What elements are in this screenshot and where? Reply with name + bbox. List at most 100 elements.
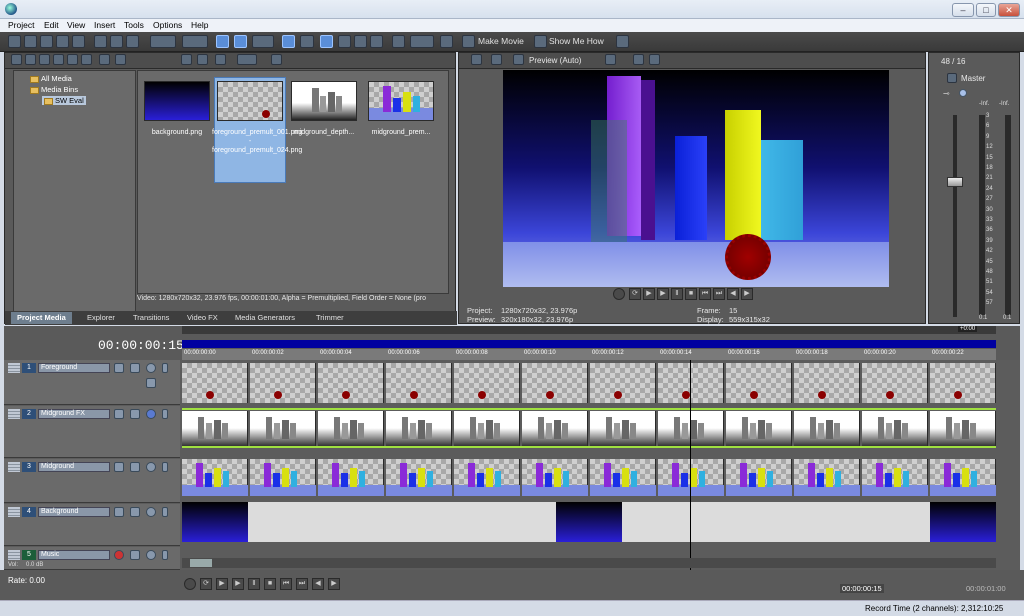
- selection-length-timecode[interactable]: 00:00:01:00: [966, 584, 1006, 593]
- play-icon[interactable]: ▶: [657, 288, 669, 300]
- events-icon[interactable]: [440, 35, 453, 48]
- prev-frame-icon[interactable]: ◀: [312, 578, 324, 590]
- tab-project-media[interactable]: Project Media: [11, 312, 72, 324]
- menu-project[interactable]: Project: [8, 20, 34, 30]
- lock-icon[interactable]: [354, 35, 367, 48]
- tree-all-media[interactable]: All Media: [30, 74, 72, 83]
- master-fader[interactable]: [947, 177, 963, 187]
- capture-icon[interactable]: [25, 54, 36, 65]
- trim-icon[interactable]: [392, 35, 405, 48]
- track-fx-icon[interactable]: [130, 363, 140, 373]
- track-fx-icon[interactable]: [130, 409, 140, 419]
- save-icon[interactable]: [40, 35, 53, 48]
- delete-icon[interactable]: [99, 54, 110, 65]
- lane-midground-fx[interactable]: [182, 408, 996, 448]
- whats-this-icon[interactable]: [616, 35, 629, 48]
- properties-icon[interactable]: [72, 35, 85, 48]
- solo-icon[interactable]: [162, 507, 168, 517]
- lane-midground[interactable]: [182, 458, 996, 496]
- mute-icon[interactable]: [146, 409, 156, 419]
- close-button[interactable]: ✕: [998, 3, 1020, 17]
- marker-bar[interactable]: +0:00: [182, 326, 996, 334]
- mute-icon[interactable]: [146, 462, 156, 472]
- compositing-mode-icon[interactable]: [114, 462, 124, 472]
- track-header-music[interactable]: 5 Music Vol: 0.0 dB: [4, 547, 180, 570]
- pause-icon[interactable]: Ⅱ: [248, 578, 260, 590]
- lane-foreground[interactable]: [182, 362, 996, 404]
- go-to-end-icon[interactable]: ⏭: [296, 578, 308, 590]
- playhead-cursor[interactable]: [690, 360, 691, 570]
- go-to-end-icon[interactable]: ⏭: [713, 288, 725, 300]
- thumbnail-foreground[interactable]: [217, 81, 283, 121]
- mute-icon[interactable]: [146, 363, 156, 373]
- make-movie-icon[interactable]: [462, 35, 475, 48]
- track-name[interactable]: Foreground: [38, 363, 110, 373]
- stop-icon[interactable]: ■: [685, 288, 697, 300]
- tab-explorer[interactable]: Explorer: [81, 312, 121, 324]
- master-fx-icon[interactable]: ⊸: [943, 89, 950, 98]
- overlays-icon[interactable]: [605, 54, 616, 65]
- preview-properties-icon[interactable]: [471, 54, 482, 65]
- track-header-midground[interactable]: 3 Midground: [4, 459, 180, 503]
- save-as-icon[interactable]: [56, 35, 69, 48]
- drag-handle-icon[interactable]: [8, 363, 20, 373]
- loop-icon[interactable]: ⟳: [629, 288, 641, 300]
- time-ruler[interactable]: 00:00:00:00 00:00:00:02 00:00:00:04 00:00:0…: [182, 349, 996, 360]
- normal-edit-tool-icon[interactable]: [216, 35, 229, 48]
- track-fx-icon[interactable]: [130, 550, 140, 560]
- menu-help[interactable]: Help: [191, 20, 208, 30]
- menu-tools[interactable]: Tools: [124, 20, 144, 30]
- cut-icon[interactable]: [94, 35, 107, 48]
- tab-video-fx[interactable]: Video FX: [181, 312, 224, 324]
- compositing-mode-icon[interactable]: [114, 409, 124, 419]
- make-movie-button[interactable]: Make Movie: [478, 36, 524, 46]
- thumbnail-midground-depth[interactable]: [291, 81, 357, 121]
- maximize-button[interactable]: □: [976, 3, 996, 17]
- auto-crossfade-icon[interactable]: [338, 35, 351, 48]
- ignore-grouping-icon[interactable]: [410, 35, 434, 48]
- compositing-mode-icon[interactable]: [114, 507, 124, 517]
- import-media-icon[interactable]: [11, 54, 22, 65]
- split-screen-icon[interactable]: [513, 54, 524, 65]
- track-header-foreground[interactable]: 1 Foreground: [4, 360, 180, 405]
- track-name[interactable]: Background: [38, 507, 110, 517]
- play-icon[interactable]: ▶: [232, 578, 244, 590]
- copy-icon[interactable]: [110, 35, 123, 48]
- tree-sw-eval[interactable]: SW Eval: [42, 96, 86, 105]
- new-project-icon[interactable]: [8, 35, 21, 48]
- drag-handle-icon[interactable]: [8, 409, 20, 419]
- burn-icon[interactable]: [53, 54, 64, 65]
- search-icon[interactable]: [271, 54, 282, 65]
- zoom-icon[interactable]: [370, 35, 383, 48]
- motion-icon[interactable]: [146, 378, 156, 388]
- play-from-start-icon[interactable]: ▶: [643, 288, 655, 300]
- show-me-how-button[interactable]: Show Me How: [549, 36, 604, 46]
- thumbnail-midground-premult[interactable]: [368, 81, 434, 121]
- stop-media-icon[interactable]: [197, 54, 208, 65]
- tab-trimmer[interactable]: Trimmer: [310, 312, 350, 324]
- redo-icon[interactable]: [182, 35, 208, 48]
- mute-icon[interactable]: [146, 507, 156, 517]
- compositing-mode-icon[interactable]: [114, 363, 124, 373]
- save-snapshot-icon[interactable]: [649, 54, 660, 65]
- preview-quality-dropdown[interactable]: Preview (Auto): [529, 56, 581, 65]
- remove-unused-icon[interactable]: [115, 54, 126, 65]
- track-fx-icon[interactable]: [130, 462, 140, 472]
- horizontal-scrollbar[interactable]: [182, 558, 996, 568]
- paste-icon[interactable]: [126, 35, 139, 48]
- background-clip-1[interactable]: [182, 502, 248, 542]
- stop-icon[interactable]: ■: [264, 578, 276, 590]
- views-icon[interactable]: [237, 54, 257, 65]
- drag-handle-icon[interactable]: [8, 550, 20, 560]
- play-media-icon[interactable]: [181, 54, 192, 65]
- thumbnail-background[interactable]: [144, 81, 210, 121]
- app-icon[interactable]: [5, 3, 17, 15]
- next-frame-icon[interactable]: ▶: [741, 288, 753, 300]
- copy-snapshot-icon[interactable]: [633, 54, 644, 65]
- loop-region-bar[interactable]: [182, 340, 996, 348]
- track-fx-icon[interactable]: [130, 507, 140, 517]
- menu-insert[interactable]: Insert: [94, 20, 115, 30]
- undo-icon[interactable]: [150, 35, 176, 48]
- record-arm-icon[interactable]: [114, 550, 124, 560]
- solo-icon[interactable]: [162, 409, 168, 419]
